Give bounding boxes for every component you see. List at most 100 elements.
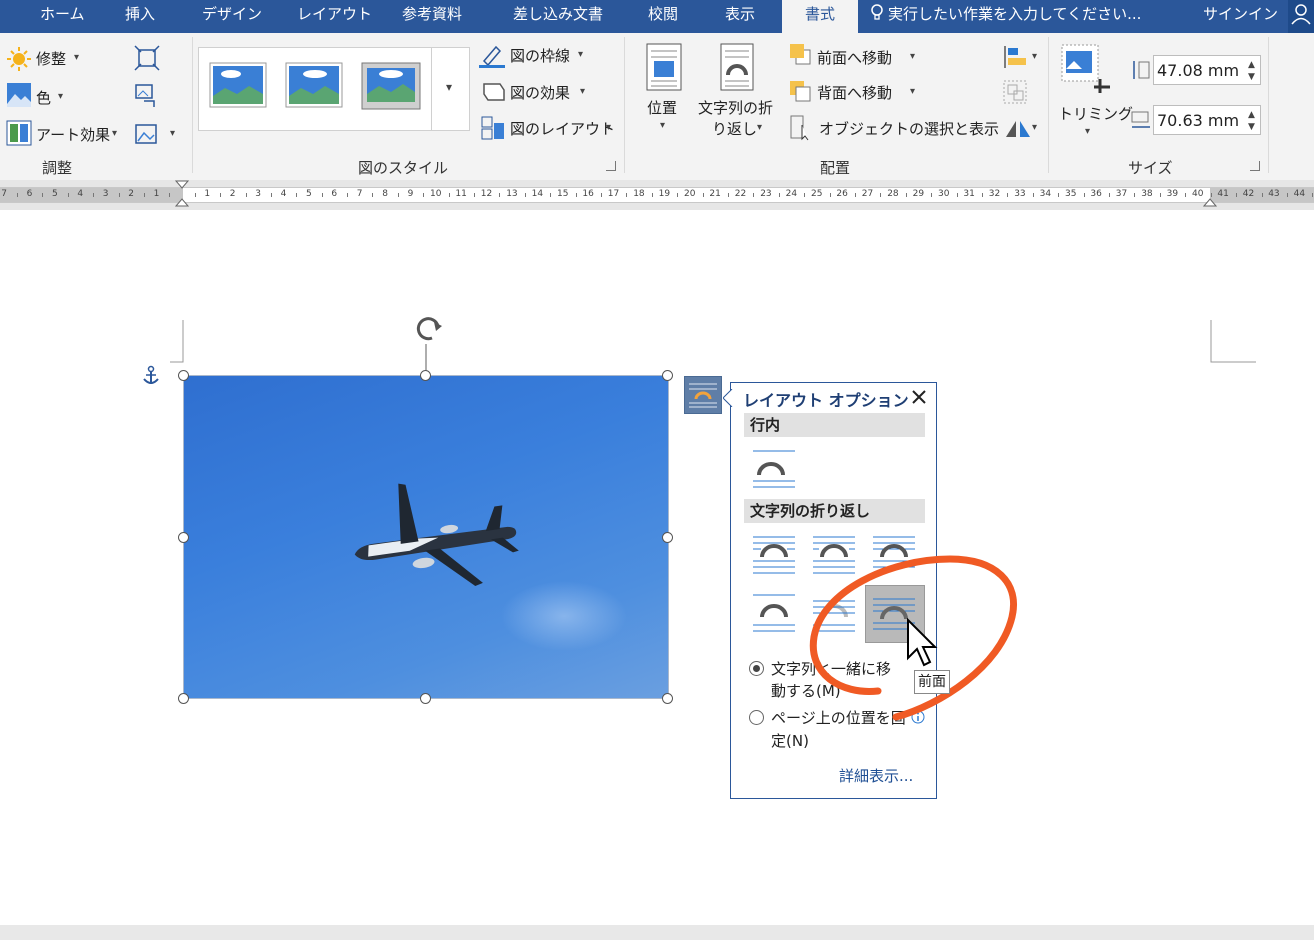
height-input[interactable]: 47.08 mm ▲ ▼ xyxy=(1153,55,1261,85)
tab-references[interactable]: 参考資料 xyxy=(402,0,462,33)
indent-marker-icon[interactable] xyxy=(175,180,189,210)
see-more-link[interactable]: 詳細表示... xyxy=(839,765,913,786)
ruler-tick xyxy=(271,193,272,197)
radio-fix-position[interactable] xyxy=(749,710,764,725)
horizontal-ruler[interactable]: 7 6 5 4 3 2 1 1 2 3 4 5 6 7 8 9 10 11 12 13 14 15 16 17 18 19 20 21… xyxy=(0,180,1314,210)
ruler-tick xyxy=(119,193,120,197)
reset-picture-icon[interactable] xyxy=(134,121,160,147)
ruler-tick xyxy=(855,193,856,197)
ruler-tick xyxy=(93,193,94,197)
person-icon[interactable] xyxy=(1288,0,1314,33)
width-input[interactable]: 70.63 mm ▲ ▼ xyxy=(1153,105,1261,135)
wrap-square-option[interactable] xyxy=(751,531,799,577)
right-indent-marker-icon[interactable] xyxy=(1203,180,1217,210)
align-icon[interactable] xyxy=(1002,44,1030,70)
wrap-text-button[interactable]: 文字列の折 xyxy=(698,97,773,118)
tell-me-box[interactable]: 実行したい作業を入力してください... xyxy=(870,0,1141,28)
ruler-number: 12 xyxy=(480,189,493,199)
ruler-tick xyxy=(1185,193,1186,197)
anchor-icon[interactable] xyxy=(141,365,161,387)
resize-handle-se[interactable] xyxy=(662,693,673,704)
ruler-tick xyxy=(195,193,196,197)
resize-handle-n[interactable] xyxy=(420,370,431,381)
tab-home[interactable]: ホーム xyxy=(40,0,85,33)
wrap-top-bottom-option[interactable] xyxy=(751,589,799,635)
resize-handle-ne[interactable] xyxy=(662,370,673,381)
ruler-number: 29 xyxy=(912,189,925,199)
picture-style-1[interactable] xyxy=(209,62,267,108)
ruler-number: 2 xyxy=(229,189,236,199)
picture-style-2[interactable] xyxy=(285,62,343,108)
radio-move-with-text[interactable] xyxy=(749,661,764,676)
ruler-number: 30 xyxy=(938,189,950,199)
ruler-bar: 7 6 5 4 3 2 1 1 2 3 4 5 6 7 8 9 10 11 12 13 14 15 16 17 18 19 20 21… xyxy=(0,187,1314,203)
resize-handle-w[interactable] xyxy=(178,532,189,543)
change-picture-icon[interactable] xyxy=(134,83,160,109)
ruler-number: 7 xyxy=(1,189,7,199)
ruler-tick xyxy=(703,193,704,197)
layout-options-button[interactable] xyxy=(684,376,722,414)
artistic-effects-button[interactable]: アート効果 xyxy=(36,124,110,145)
color-picture-icon xyxy=(7,83,31,107)
resize-handle-e[interactable] xyxy=(662,532,673,543)
ruler-number: 27 xyxy=(861,189,874,199)
picture-effects-button[interactable]: 図の効果 xyxy=(510,82,570,103)
ruler-number: 25 xyxy=(811,189,823,199)
tab-format[interactable]: 書式 xyxy=(782,0,858,33)
tab-layout[interactable]: レイアウト xyxy=(297,0,372,33)
panel-title: レイアウト オプション xyxy=(743,391,909,410)
ruler-tick xyxy=(830,193,831,197)
picture-style-3[interactable] xyxy=(361,62,421,110)
ruler-number: 14 xyxy=(531,189,544,199)
tab-insert[interactable]: 挿入 xyxy=(125,0,155,33)
ruler-tick xyxy=(322,193,323,197)
color-button[interactable]: 色 xyxy=(36,87,51,108)
ruler-number: 41 xyxy=(1217,189,1229,199)
send-backward-button[interactable]: 背面へ移動 xyxy=(817,82,892,103)
group-objects-icon[interactable] xyxy=(1002,79,1030,105)
picture-border-icon xyxy=(479,45,505,68)
ruler-number: 32 xyxy=(988,189,1001,199)
tab-design[interactable]: デザイン xyxy=(202,0,262,33)
dialog-launcher-icon[interactable] xyxy=(606,161,616,171)
spin-down-icon[interactable]: ▼ xyxy=(1248,62,1255,92)
dialog-launcher-icon[interactable] xyxy=(1250,161,1260,171)
ruler-tick xyxy=(296,193,297,197)
ruler-tick xyxy=(931,193,932,197)
ruler-number: 23 xyxy=(760,189,772,199)
mouse-pointer-icon xyxy=(907,618,938,667)
resize-handle-nw[interactable] xyxy=(178,370,189,381)
ruler-number: 20 xyxy=(684,189,696,199)
chevron-down-icon: ▾ xyxy=(112,128,118,139)
corrections-button[interactable]: 修整 xyxy=(36,48,66,69)
wrap-inline-option[interactable] xyxy=(751,445,799,491)
chevron-down-icon: ▾ xyxy=(606,122,612,133)
crop-button[interactable]: トリミング xyxy=(1058,103,1133,124)
height-icon xyxy=(1133,61,1150,79)
tab-review[interactable]: 校閲 xyxy=(648,0,678,33)
rotate-icon[interactable] xyxy=(1002,115,1032,141)
selection-pane-icon xyxy=(790,115,809,141)
compress-pictures-icon[interactable] xyxy=(134,45,160,71)
tab-view[interactable]: 表示 xyxy=(725,0,755,33)
chevron-down-icon: ▾ xyxy=(578,49,584,60)
ruler-number: 18 xyxy=(633,189,645,199)
selection-pane-button[interactable]: オブジェクトの選択と表示 xyxy=(819,118,999,139)
close-icon[interactable] xyxy=(911,389,927,405)
selected-picture[interactable] xyxy=(183,375,669,699)
picture-layout-button[interactable]: 図のレイアウト xyxy=(510,118,615,139)
bring-forward-button[interactable]: 前面へ移動 xyxy=(817,47,892,68)
resize-handle-s[interactable] xyxy=(420,693,431,704)
chevron-down-icon: ▾ xyxy=(580,86,586,97)
position-button[interactable]: 位置 xyxy=(647,97,677,118)
tab-mailings[interactable]: 差し込み文書 xyxy=(513,0,603,33)
resize-handle-sw[interactable] xyxy=(178,693,189,704)
ruler-tick xyxy=(1084,193,1085,197)
ruler-number: 15 xyxy=(557,189,569,199)
picture-border-button[interactable]: 図の枠線 xyxy=(510,45,570,66)
gallery-more-button[interactable]: ▾ xyxy=(431,48,469,130)
ruler-tick xyxy=(880,193,881,197)
signin-link[interactable]: サインイン xyxy=(1203,0,1278,28)
rotate-handle-icon[interactable] xyxy=(410,314,450,376)
spin-down-icon[interactable]: ▼ xyxy=(1248,112,1255,142)
